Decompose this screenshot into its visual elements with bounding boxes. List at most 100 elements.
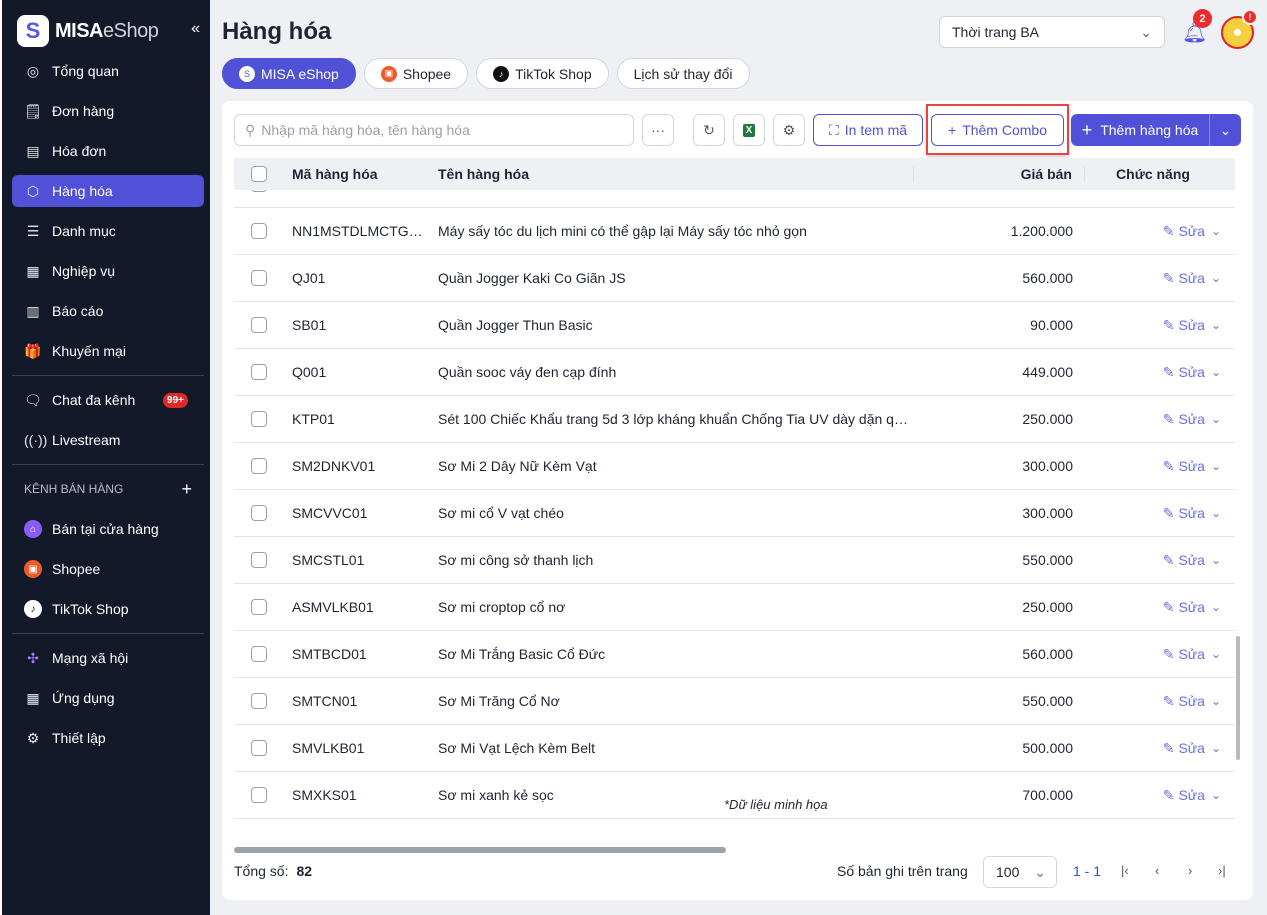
header-name[interactable]: Tên hàng hóa	[430, 166, 914, 182]
chevron-down-icon[interactable]: ⌄	[1211, 600, 1221, 614]
add-item-button[interactable]: + Thêm hàng hóa	[1071, 114, 1209, 146]
sidebar-item[interactable]: ◎ Tổng quan	[12, 55, 204, 87]
last-page-icon[interactable]: ›|	[1218, 863, 1226, 878]
chevron-down-icon[interactable]: ⌄	[1211, 647, 1221, 661]
table-row[interactable]: SM2DNKV01 Sơ Mi 2 Dây Nữ Kèm Vạt 300.000 ✎ S…	[234, 443, 1235, 490]
table-row[interactable]: KNN15Kem nền NARS900.000 ✎Sửa ⌄	[234, 190, 1235, 208]
vertical-scrollbar[interactable]	[1236, 636, 1240, 760]
sidebar-item-livestream[interactable]: ((·)) Livestream	[12, 424, 204, 456]
chevron-down-icon[interactable]: ⌄	[1211, 788, 1221, 802]
sidebar-item[interactable]: 🎁 Khuyến mại	[12, 335, 204, 367]
table-row[interactable]: NN1MSTDLMCTGLMSTNG Máy sấy tóc du lịch mi…	[234, 208, 1235, 255]
table-row[interactable]: ASMVLKB01 Sơ mi croptop cổ nơ 250.000 ✎ Sửa ⌄	[234, 584, 1235, 631]
logo[interactable]: S MISAeShop	[17, 15, 159, 47]
tab-misa-eshop[interactable]: S MISA eShop	[222, 58, 356, 89]
sidebar-item[interactable]: ▦ Nghiệp vụ	[12, 255, 204, 287]
row-checkbox[interactable]	[250, 270, 267, 286]
channel-item[interactable]: ♪ TikTok Shop	[12, 593, 204, 625]
add-item-dropdown[interactable]: ⌄	[1209, 114, 1241, 146]
edit-button[interactable]: ✎Sửa	[1163, 646, 1205, 663]
chevron-down-icon[interactable]: ⌄	[1211, 412, 1221, 426]
sidebar-item[interactable]: ✣ Mạng xã hội	[12, 642, 204, 674]
row-checkbox[interactable]	[250, 317, 267, 333]
edit-button[interactable]: ✎Sửa	[1163, 740, 1205, 757]
row-checkbox[interactable]	[250, 693, 267, 709]
chevron-down-icon[interactable]: ⌄	[1211, 271, 1221, 285]
edit-button[interactable]: ✎Sửa	[1163, 693, 1205, 710]
chevron-down-icon[interactable]: ⌄	[1211, 459, 1221, 473]
horizontal-scrollbar[interactable]	[234, 847, 726, 853]
search-input[interactable]	[261, 122, 602, 138]
table-row[interactable]: SMTBCD01 Sơ Mi Trắng Basic Cổ Đức 560.000 ✎…	[234, 631, 1235, 678]
sidebar-item[interactable]: 🗒 Đơn hàng	[12, 95, 204, 127]
edit-button[interactable]: ✎Sửa	[1163, 190, 1205, 193]
header-price[interactable]: Giá bán	[914, 166, 1085, 182]
store-select[interactable]: Thời trang BA ⌄	[939, 16, 1165, 48]
edit-button[interactable]: ✎Sửa	[1163, 270, 1205, 287]
header-code[interactable]: Mã hàng hóa	[283, 166, 430, 182]
settings-button[interactable]: ⚙	[773, 114, 805, 146]
chevron-down-icon[interactable]: ⌄	[1211, 553, 1221, 567]
sidebar-item[interactable]: ▦ Ứng dụng	[12, 682, 204, 714]
page-size-select[interactable]: 100 ⌄	[983, 856, 1057, 888]
chevron-down-icon[interactable]: ⌄	[1211, 741, 1221, 755]
sidebar-item[interactable]: ▤ Hóa đơn	[12, 135, 204, 167]
channel-item[interactable]: ⌂ Bán tại cửa hàng	[12, 513, 204, 545]
row-checkbox[interactable]	[250, 223, 267, 239]
table-row[interactable]: Q001 Quần sooc váy đen cạp đính 449.000 ✎ Sử…	[234, 349, 1235, 396]
edit-button[interactable]: ✎Sửa	[1163, 458, 1205, 475]
row-checkbox[interactable]	[250, 411, 267, 427]
chevron-down-icon[interactable]: ⌄	[1211, 224, 1221, 238]
row-checkbox[interactable]	[250, 646, 267, 662]
chevron-down-icon[interactable]: ⌄	[1211, 318, 1221, 332]
table-row[interactable]: QJ01 Quần Jogger Kaki Co Giãn JS 560.000 ✎ S…	[234, 255, 1235, 302]
row-checkbox[interactable]	[250, 364, 267, 380]
edit-button[interactable]: ✎Sửa	[1163, 599, 1205, 616]
channel-item[interactable]: ▣ Shopee	[12, 553, 204, 585]
add-channel-button[interactable]: +	[181, 479, 192, 500]
table-row[interactable]: SMCVVC01 Sơ mi cổ V vạt chéo 300.000 ✎ Sửa ⌄	[234, 490, 1235, 537]
refresh-button[interactable]: ↻	[693, 114, 725, 146]
tab-shopee[interactable]: ▣ Shopee	[363, 58, 469, 89]
row-checkbox[interactable]	[250, 740, 267, 756]
add-combo-button[interactable]: + Thêm Combo	[931, 114, 1064, 146]
table-row[interactable]: SMCSTL01 Sơ mi công sở thanh lịch 550.000 ✎…	[234, 537, 1235, 584]
collapse-sidebar-button[interactable]: «	[191, 20, 200, 38]
sidebar-item[interactable]: ▥ Báo cáo	[12, 295, 204, 327]
table-row[interactable]: SMVLKB01 Sơ Mi Vạt Lệch Kèm Belt 500.000 ✎ S…	[234, 725, 1235, 772]
row-checkbox[interactable]	[250, 552, 267, 568]
chevron-down-icon[interactable]: ⌄	[1211, 506, 1221, 520]
table-row[interactable]: SB01 Quần Jogger Thun Basic 90.000 ✎ Sửa ⌄	[234, 302, 1235, 349]
tab-history[interactable]: Lịch sử thay đổi	[616, 58, 750, 89]
chevron-down-icon[interactable]: ⌄	[1211, 694, 1221, 708]
sidebar-item[interactable]: ⬡ Hàng hóa	[12, 175, 204, 207]
print-barcode-button[interactable]: ⛶ In tem mã	[813, 114, 923, 146]
first-page-icon[interactable]: |‹	[1121, 863, 1129, 878]
edit-button[interactable]: ✎Sửa	[1163, 317, 1205, 334]
next-page-icon[interactable]: ›	[1188, 863, 1192, 878]
chevron-down-icon[interactable]: ⌄	[1211, 190, 1221, 191]
row-checkbox[interactable]	[250, 787, 267, 803]
table-body[interactable]: KNN15Kem nền NARS900.000✎Sửa⌄NN1MSTDLMCT…	[234, 190, 1235, 840]
table-row[interactable]: SMTCN01 Sơ Mi Trăng Cổ Nơ 550.000 ✎ Sửa ⌄	[234, 678, 1235, 725]
table-row[interactable]: KTP01 Sét 100 Chiếc Khẩu trang 5d 3 lớp k…	[234, 396, 1235, 443]
row-checkbox[interactable]	[250, 190, 267, 192]
select-all-checkbox[interactable]	[250, 166, 267, 182]
edit-button[interactable]: ✎Sửa	[1163, 505, 1205, 522]
sidebar-item[interactable]: ⚙ Thiết lập	[12, 722, 204, 754]
more-filters-button[interactable]: ···	[642, 114, 674, 146]
tab-tiktok-shop[interactable]: ♪ TikTok Shop	[476, 58, 609, 89]
row-checkbox[interactable]	[250, 505, 267, 521]
sidebar-item[interactable]: ☰ Danh mục	[12, 215, 204, 247]
prev-page-icon[interactable]: ‹	[1155, 863, 1159, 878]
chevron-down-icon[interactable]: ⌄	[1211, 365, 1221, 379]
sidebar-item-chat[interactable]: 🗨 Chat đa kênh 99+	[12, 384, 204, 416]
row-checkbox[interactable]	[250, 458, 267, 474]
edit-button[interactable]: ✎Sửa	[1163, 552, 1205, 569]
edit-button[interactable]: ✎Sửa	[1163, 411, 1205, 428]
edit-button[interactable]: ✎Sửa	[1163, 223, 1205, 240]
row-checkbox[interactable]	[250, 599, 267, 615]
edit-button[interactable]: ✎Sửa	[1163, 787, 1205, 804]
export-excel-button[interactable]: X	[733, 114, 765, 146]
edit-button[interactable]: ✎Sửa	[1163, 364, 1205, 381]
